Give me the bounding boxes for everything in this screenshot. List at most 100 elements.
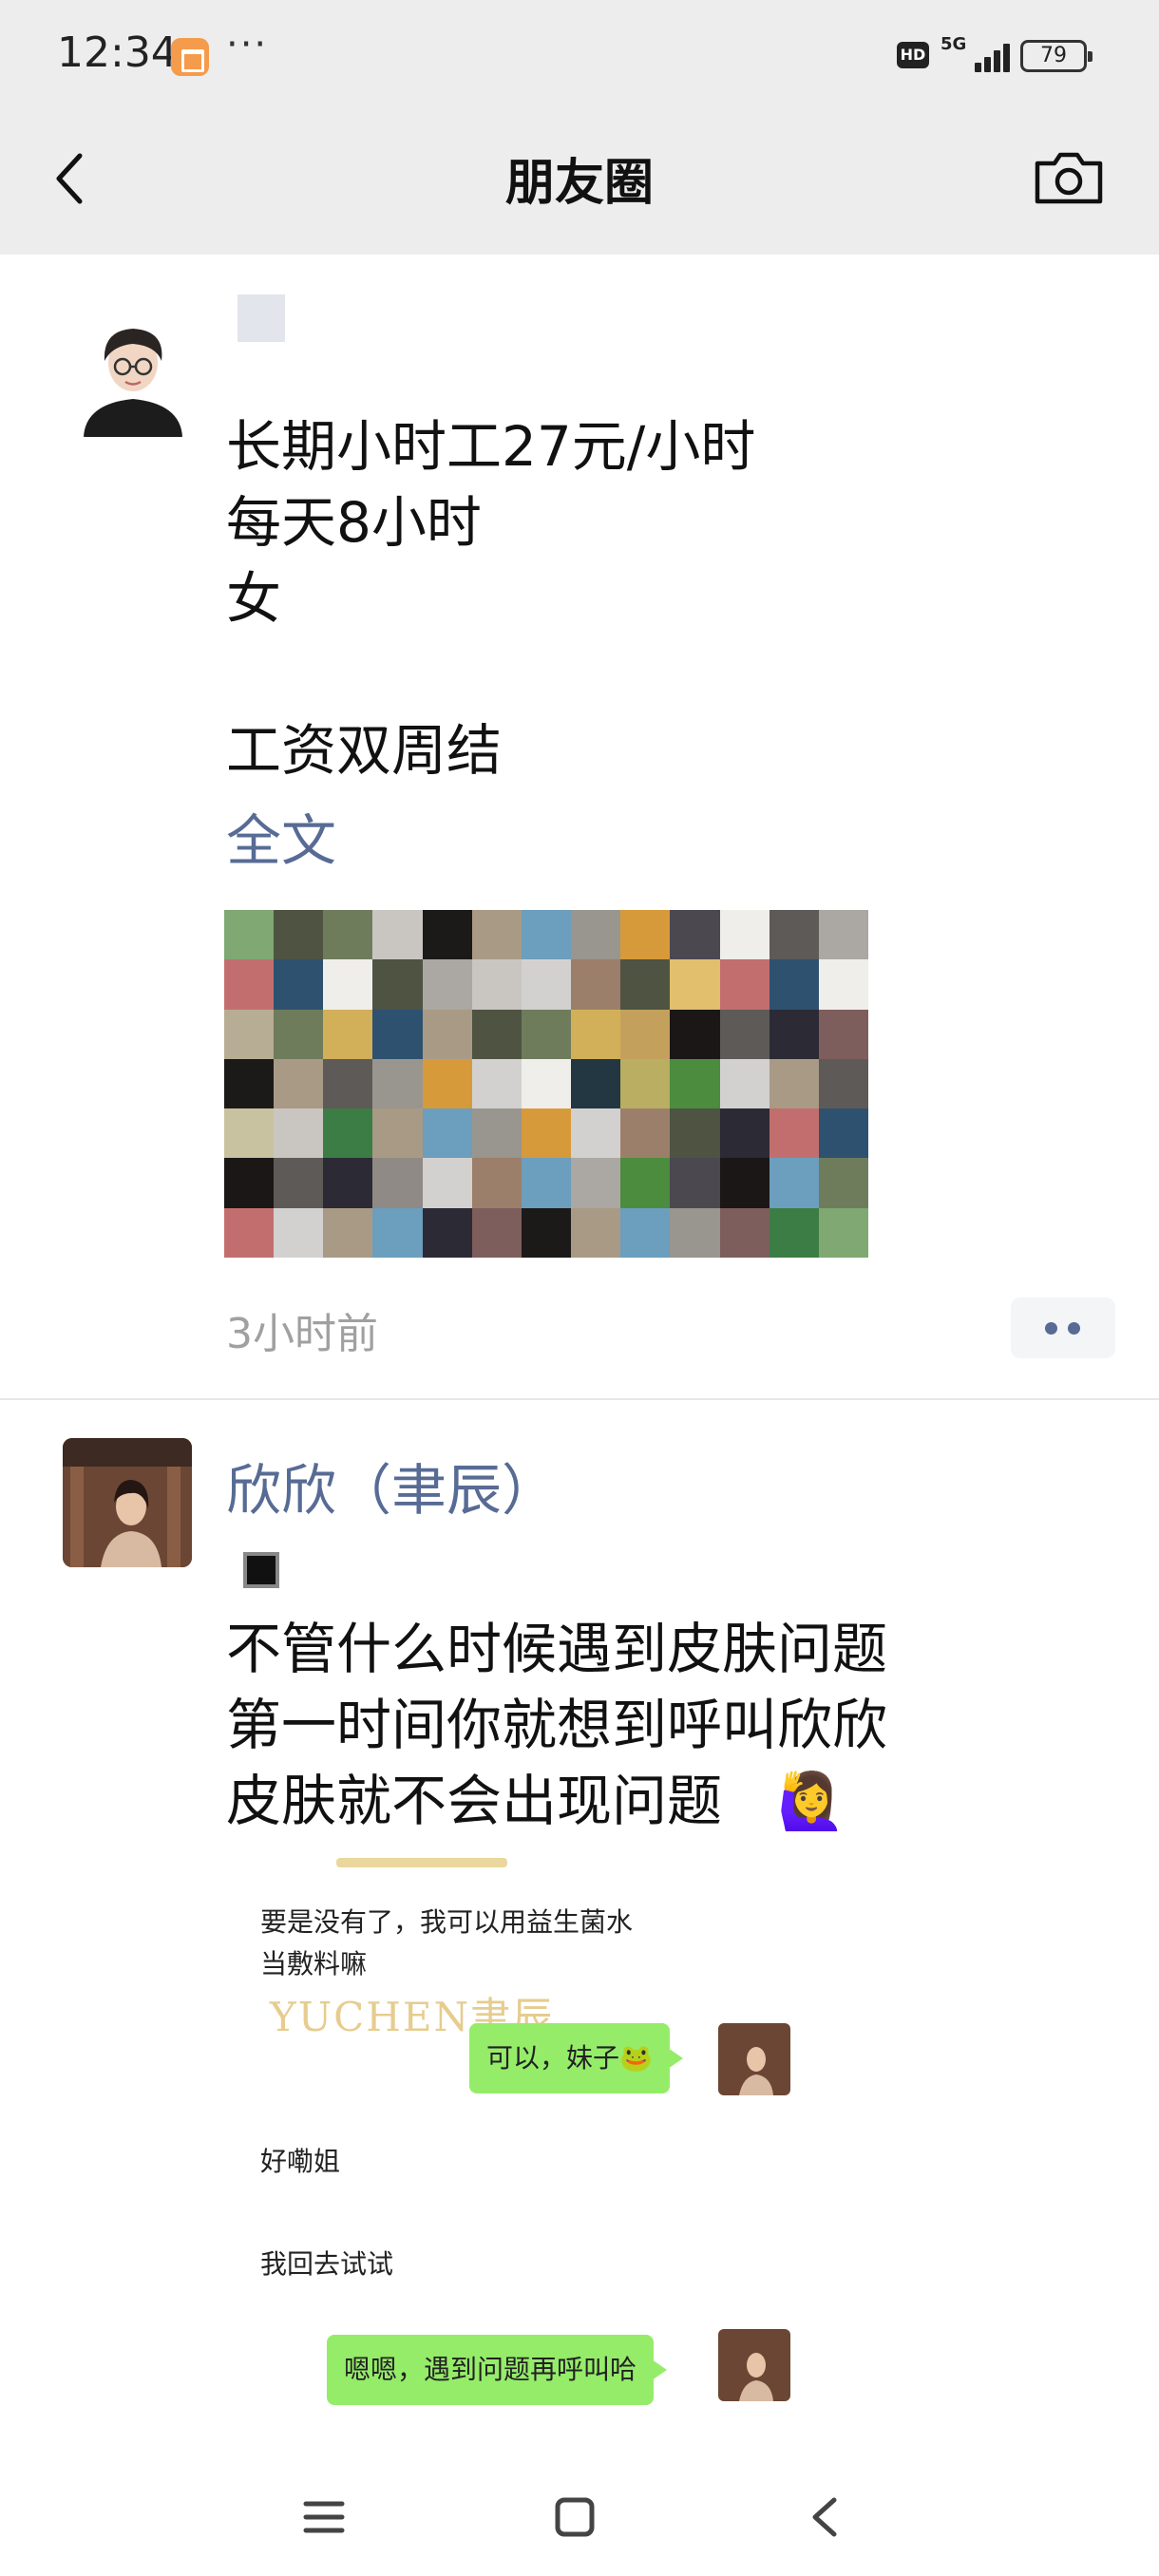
back-nav-button[interactable] [794,2489,861,2546]
mosaic-tile [769,959,819,1010]
chat-message: 要是没有了，我可以用益生菌水 当敷料嘛 [260,1906,634,1979]
mosaic-tile [818,910,868,960]
mosaic-tile [323,1058,373,1109]
mosaic-tile [670,910,720,960]
mosaic-tile [274,1058,324,1109]
mosaic-tile [818,1058,868,1109]
signal-icon [965,42,1010,72]
avatar[interactable] [63,1438,192,1567]
mosaic-tile [372,1158,423,1208]
mosaic-tile [422,1158,472,1208]
chat-avatar [718,2329,790,2401]
mosaic-tile [224,1158,275,1208]
raise-hand-emoji: 🙋‍♀️ [777,1769,846,1833]
mosaic-tile [719,1207,770,1258]
post-image-mosaic[interactable] [224,910,868,1258]
mosaic-tile [769,1207,819,1258]
mosaic-tile [620,959,671,1010]
top-bar: 12:34 ··· HD 5G 79 朋友圈 [0,0,1159,255]
mosaic-tile [224,1207,275,1258]
mosaic-tile [620,1108,671,1159]
poster-name[interactable]: 欣欣（聿辰） [226,1446,557,1525]
chat-avatar [718,2023,790,2095]
name-redacted [238,294,285,342]
mosaic-tile [274,1108,324,1159]
mosaic-tile [719,910,770,960]
mosaic-tile [818,1207,868,1258]
mosaic-tile [719,959,770,1010]
mosaic-tile [422,910,472,960]
mosaic-tile [422,959,472,1010]
mosaic-tile [719,1108,770,1159]
mosaic-tile [620,910,671,960]
chat-message: 好嘞姐 [260,2146,341,2177]
home-square-icon [555,2497,595,2537]
mosaic-tile [323,1108,373,1159]
mosaic-tile [372,1108,423,1159]
chat-reply-bubble: 可以，妹子🐸 [469,2023,683,2093]
menu-icon [303,2501,345,2533]
mosaic-tile [719,1158,770,1208]
mosaic-tile [620,1207,671,1258]
screenshot-top-fragment [336,1858,507,1867]
mosaic-tile [372,1058,423,1109]
post-text: 长期小时工27元/小时 每天8小时 女 工资双周结 [226,414,756,783]
menu-button[interactable] [291,2489,357,2546]
mosaic-tile [521,910,572,960]
mosaic-tile [274,1207,324,1258]
mosaic-tile [571,1058,621,1109]
mosaic-tile [471,1058,522,1109]
mosaic-tile [571,959,621,1010]
mosaic-tile [620,1009,671,1059]
camera-icon [1035,152,1103,204]
mosaic-tile [422,1009,472,1059]
chat-screenshot-image[interactable]: 要是没有了，我可以用益生菌水 当敷料嘛 YUCHEN聿辰 可以，妹子🐸 好嘞姐 … [232,1852,821,2422]
mosaic-tile [769,1058,819,1109]
mosaic-tile [274,1009,324,1059]
mosaic-tile [521,959,572,1010]
mosaic-tile [571,1009,621,1059]
emoji-square [243,1552,279,1588]
post-time: 3小时前 [226,1310,378,1358]
mosaic-tile [224,910,275,960]
mosaic-tile [471,959,522,1010]
mosaic-tile [521,1158,572,1208]
mosaic-tile [670,959,720,1010]
chat-reply-bubble: 嗯嗯，遇到问题再呼叫哈 [327,2335,668,2405]
page-title: 朋友圈 [504,155,654,212]
mosaic-tile [818,1009,868,1059]
mosaic-tile [471,1207,522,1258]
avatar[interactable] [76,313,190,437]
mosaic-tile [670,1158,720,1208]
mosaic-tile [620,1058,671,1109]
mosaic-tile [571,1108,621,1159]
mosaic-tile [323,1009,373,1059]
back-triangle-icon [812,2497,837,2537]
mosaic-tile [571,910,621,960]
battery-icon: 79 [1020,40,1092,72]
system-nav-bar [0,2460,1159,2576]
mosaic-tile [224,1108,275,1159]
camera-button[interactable] [1026,141,1112,217]
mosaic-tile [471,1009,522,1059]
mosaic-tile [769,1158,819,1208]
full-text-link[interactable]: 全文 [226,796,336,876]
home-button[interactable] [542,2489,608,2546]
mosaic-tile [323,959,373,1010]
mosaic-tile [521,1009,572,1059]
chat-message: 我回去试试 [260,2248,394,2280]
mosaic-tile [719,1058,770,1109]
mosaic-tile [372,910,423,960]
mosaic-tile [372,1207,423,1258]
mosaic-tile [422,1108,472,1159]
status-overflow: ··· [226,23,269,66]
mosaic-tile [471,1108,522,1159]
more-actions-button[interactable] [1011,1297,1115,1358]
mosaic-tile [274,1158,324,1208]
mosaic-tile [224,959,275,1010]
mosaic-tile [620,1158,671,1208]
shopping-app-icon [171,38,209,76]
mosaic-tile [521,1207,572,1258]
title-bar: 朋友圈 [0,122,1159,236]
mosaic-tile [471,910,522,960]
